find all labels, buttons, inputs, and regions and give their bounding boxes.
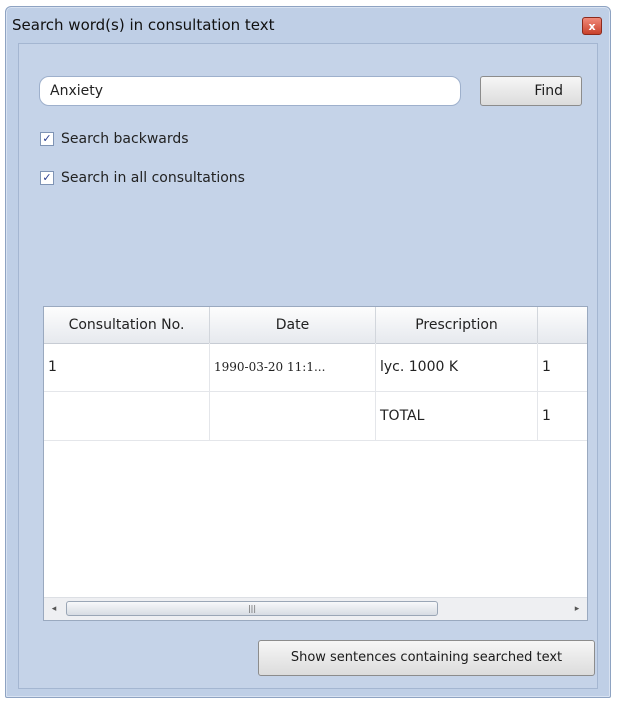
close-button[interactable]: x bbox=[582, 17, 602, 35]
find-button[interactable]: Find bbox=[480, 76, 582, 106]
column-header-extra[interactable] bbox=[538, 307, 587, 343]
search-all-consultations-label: Search in all consultations bbox=[61, 170, 245, 186]
cell-consultation-no bbox=[44, 392, 210, 440]
scroll-right-icon[interactable]: ▸ bbox=[569, 600, 585, 618]
cell-count: 1 bbox=[538, 343, 587, 391]
column-header-prescription[interactable]: Prescription bbox=[376, 307, 538, 343]
cell-prescription: TOTAL bbox=[376, 392, 538, 440]
cell-date bbox=[210, 392, 376, 440]
cell-prescription: lyc. 1000 K bbox=[376, 343, 538, 391]
show-sentences-button[interactable]: Show sentences containing searched text bbox=[258, 640, 595, 676]
title-bar[interactable]: Search word(s) in consultation text x bbox=[6, 7, 610, 45]
table-row-total[interactable]: TOTAL 1 bbox=[44, 392, 587, 441]
results-table: Consultation No. Date Prescription 1 199… bbox=[43, 306, 588, 621]
horizontal-scrollbar[interactable]: ◂ ||| ▸ bbox=[44, 597, 587, 620]
search-input[interactable]: Anxiety bbox=[39, 76, 461, 106]
table-header: Consultation No. Date Prescription bbox=[44, 307, 587, 344]
scroll-left-icon[interactable]: ◂ bbox=[46, 600, 62, 618]
cell-count: 1 bbox=[538, 392, 587, 440]
checkmark-icon: ✓ bbox=[42, 171, 52, 184]
close-icon: x bbox=[588, 19, 596, 33]
cell-consultation-no: 1 bbox=[44, 343, 210, 391]
table-row[interactable]: 1 1990-03-20 11:1... lyc. 1000 K 1 bbox=[44, 343, 587, 392]
search-backwards-checkbox[interactable]: ✓ bbox=[40, 132, 54, 146]
cell-date: 1990-03-20 11:1... bbox=[210, 343, 376, 391]
dialog-title: Search word(s) in consultation text bbox=[12, 16, 275, 34]
search-dialog: Search word(s) in consultation text x An… bbox=[5, 6, 611, 698]
column-header-date[interactable]: Date bbox=[210, 307, 376, 343]
search-all-consultations-checkbox[interactable]: ✓ bbox=[40, 171, 54, 185]
search-backwards-label: Search backwards bbox=[61, 131, 189, 147]
scrollbar-thumb[interactable]: ||| bbox=[66, 601, 438, 616]
search-backwards-option[interactable]: ✓ Search backwards bbox=[40, 129, 189, 149]
column-header-consultation-no[interactable]: Consultation No. bbox=[44, 307, 210, 343]
checkmark-icon: ✓ bbox=[42, 132, 52, 145]
dialog-body: Anxiety Find ✓ Search backwards ✓ Search… bbox=[18, 43, 598, 689]
search-all-consultations-option[interactable]: ✓ Search in all consultations bbox=[40, 168, 245, 188]
